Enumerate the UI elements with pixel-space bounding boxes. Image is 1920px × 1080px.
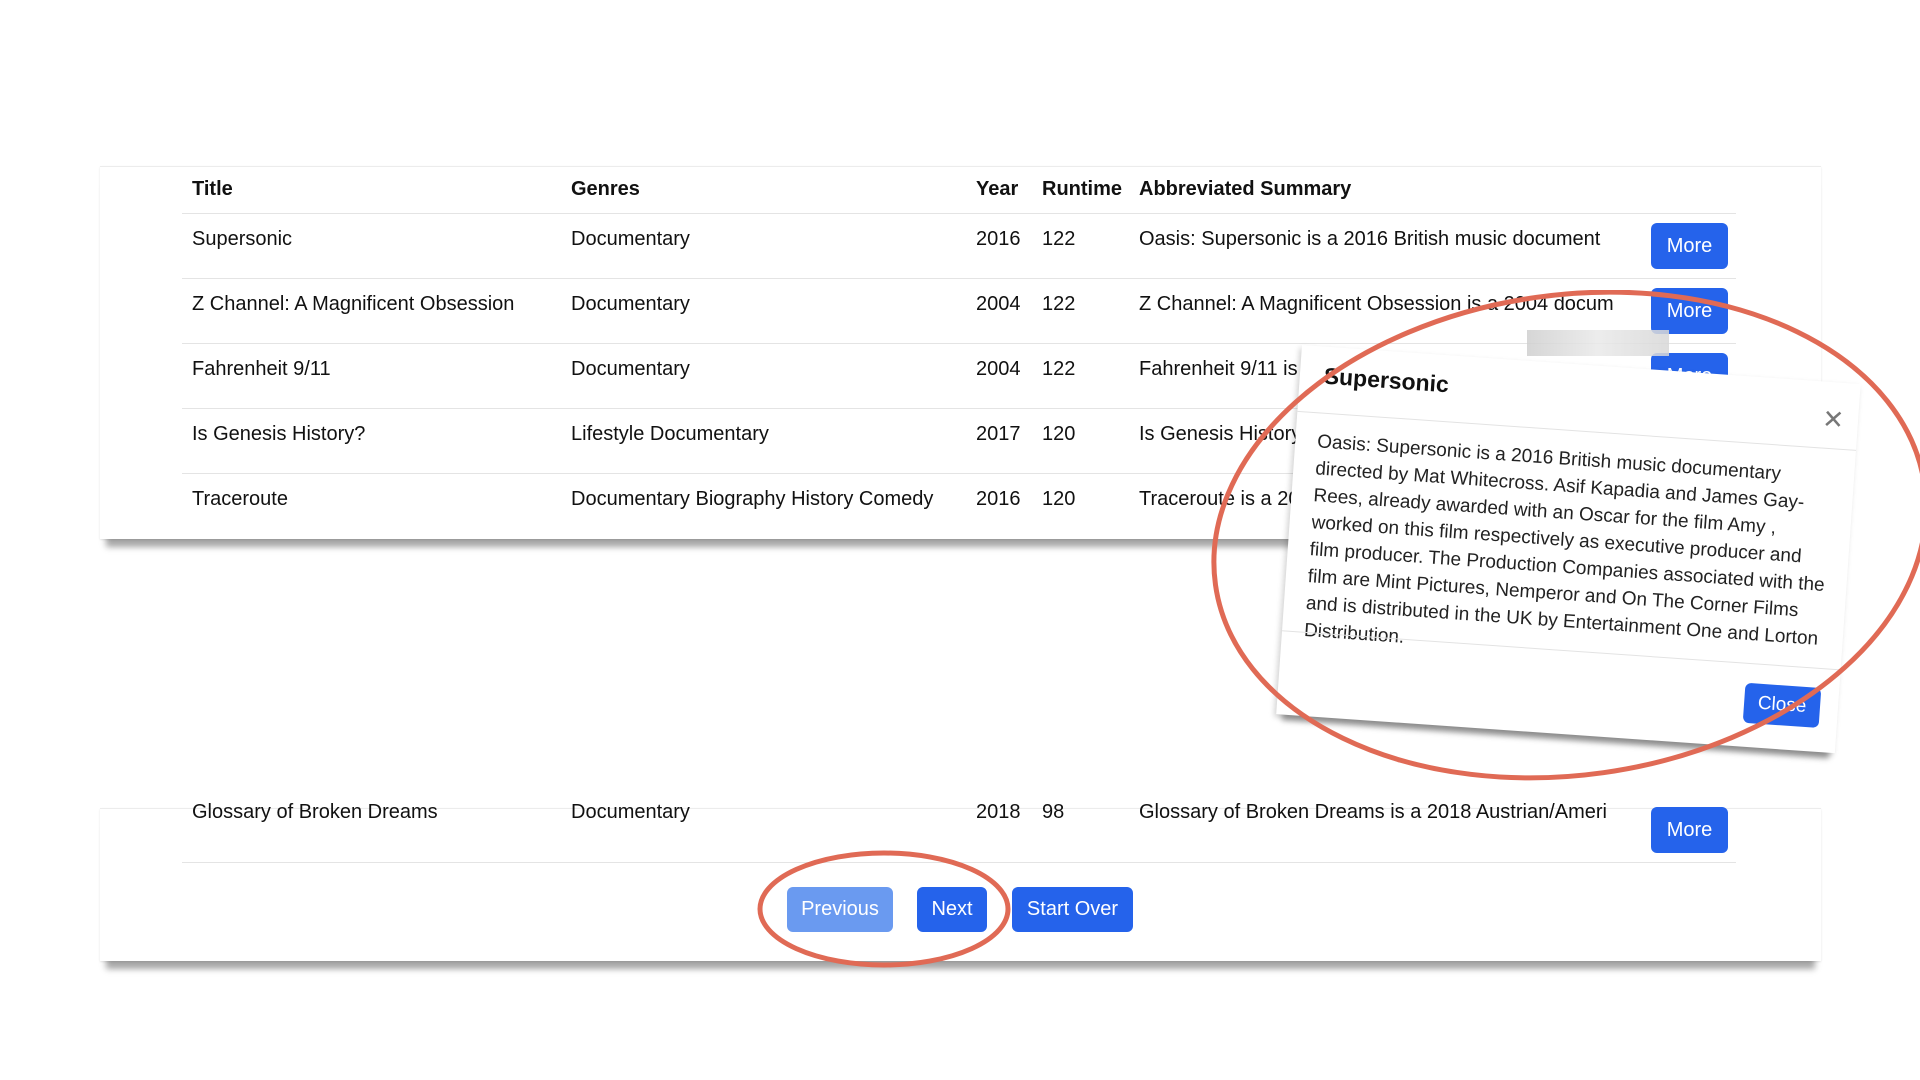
row-title: Glossary of Broken Dreams — [192, 801, 438, 823]
row-year: 2016 — [976, 228, 1021, 250]
row-runtime: 122 — [1042, 293, 1076, 315]
row-title: Traceroute — [192, 488, 288, 510]
blurred-fragment — [1527, 330, 1669, 356]
row-genres: Documentary — [571, 358, 690, 380]
row-genres: Lifestyle Documentary — [571, 423, 769, 445]
row-summary: Oasis: Supersonic is a 2016 British musi… — [1139, 228, 1601, 250]
header-genres: Genres — [571, 178, 640, 200]
row-title: Is Genesis History? — [192, 423, 366, 445]
header-title: Title — [192, 178, 233, 200]
header-runtime: Runtime — [1042, 178, 1122, 200]
next-button[interactable]: Next — [917, 887, 987, 932]
row-genres: Documentary Biography History Comedy — [571, 488, 934, 510]
modal-title: Supersonic — [1323, 362, 1450, 398]
row-runtime: 120 — [1042, 488, 1076, 510]
more-button[interactable]: More — [1651, 288, 1728, 334]
results-pagination-card: Glossary of Broken Dreams Documentary 20… — [100, 801, 1821, 961]
row-title: Z Channel: A Magnificent Obsession — [192, 293, 515, 315]
start-over-button[interactable]: Start Over — [1012, 887, 1133, 932]
modal-body-text: Oasis: Supersonic is a 2016 British musi… — [1303, 431, 1826, 650]
row-runtime: 122 — [1042, 358, 1076, 380]
summary-modal: Supersonic ✕ Oasis: Supersonic is a 2016… — [1276, 345, 1861, 754]
modal-close-button[interactable]: Close — [1742, 682, 1822, 728]
row-genres: Documentary — [571, 801, 690, 823]
row-runtime: 122 — [1042, 228, 1076, 250]
previous-button[interactable]: Previous — [787, 887, 893, 932]
row-title: Fahrenheit 9/11 — [192, 358, 331, 380]
row-year: 2004 — [976, 358, 1021, 380]
row-genres: Documentary — [571, 293, 690, 315]
row-runtime: 98 — [1042, 801, 1065, 823]
header-summary: Abbreviated Summary — [1139, 178, 1352, 200]
table-row: Glossary of Broken Dreams Documentary 20… — [182, 797, 1736, 863]
row-summary: Glossary of Broken Dreams is a 2018 Aust… — [1139, 801, 1607, 823]
row-genres: Documentary — [571, 228, 690, 250]
header-year: Year — [976, 178, 1019, 200]
table-header-row: Title Genres Year Runtime Abbreviated Su… — [182, 167, 1736, 207]
row-summary: Z Channel: A Magnificent Obsession is a … — [1139, 293, 1614, 315]
row-year: 2018 — [976, 801, 1021, 823]
row-title: Supersonic — [192, 228, 293, 250]
close-icon[interactable]: ✕ — [1821, 404, 1845, 436]
row-runtime: 120 — [1042, 423, 1076, 445]
more-button[interactable]: More — [1651, 807, 1728, 853]
row-year: 2004 — [976, 293, 1021, 315]
more-button[interactable]: More — [1651, 223, 1728, 269]
table-row: Supersonic Documentary 2016 122 Oasis: S… — [182, 213, 1736, 279]
row-year: 2017 — [976, 423, 1021, 445]
row-year: 2016 — [976, 488, 1021, 510]
table-row: Z Channel: A Magnificent Obsession Docum… — [182, 278, 1736, 344]
